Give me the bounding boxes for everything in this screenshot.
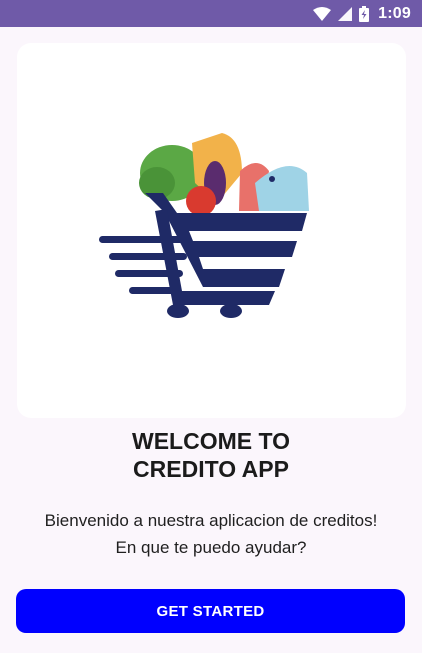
clock: 1:09 — [378, 4, 411, 22]
signal-icon — [338, 6, 353, 21]
welcome-title-line2: CREDITO APP — [133, 456, 289, 482]
welcome-message-line1: Bienvenido a nuestra aplicacion de credi… — [44, 511, 378, 530]
grocery-cart-logo — [99, 133, 309, 318]
hero-image — [17, 43, 406, 418]
wifi-icon — [313, 6, 332, 21]
welcome-title-line1: WELCOME TO — [131, 428, 290, 454]
get-started-button[interactable]: GET STARTED — [16, 589, 405, 633]
welcome-message-line2: En que te puedo ayudar? — [115, 538, 307, 557]
status-bar: 1:09 — [0, 0, 422, 27]
battery-icon — [359, 5, 370, 22]
